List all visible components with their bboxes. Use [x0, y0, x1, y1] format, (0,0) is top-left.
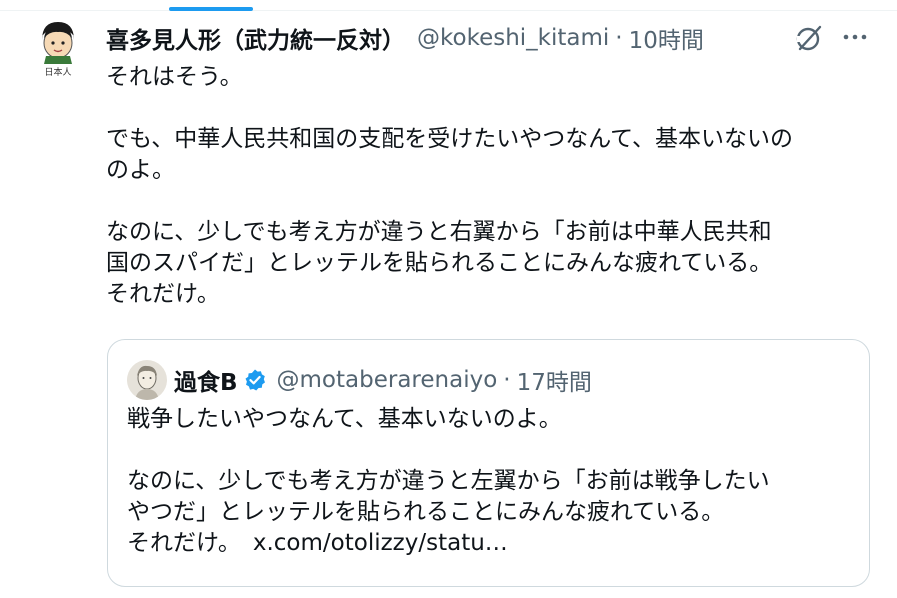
author-avatar[interactable]: 日本人 [34, 18, 82, 80]
tweet-text-line: 国のスパイだ」とレッテルを貼られることにみんな疲れている。 [106, 250, 773, 276]
quoted-text-last: それだけ。 [127, 530, 241, 556]
tweet-text-line [106, 186, 866, 217]
quoted-text-line: それだけ。 x.com/otolizzy/statu… [127, 528, 857, 559]
quoted-text-line: 戦争したいやつなんて、基本いないのよ。 [127, 406, 562, 432]
tweet-text-line: のよ。 [106, 157, 175, 183]
tweet-text-line: なのに、少しでも考え方が違うと右翼から「お前は中華人民共和 [106, 219, 772, 245]
quoted-text-line: やつだ」とレッテルを貼られることにみんな疲れている。 [127, 499, 725, 525]
tweet-text-line: それだけ。 [106, 281, 220, 307]
quoted-tweet-link[interactable]: x.com/otolizzy/statu… [253, 530, 508, 556]
quoted-tweet-timestamp[interactable]: 17時間 [517, 363, 592, 397]
more-icon[interactable] [840, 25, 870, 49]
quoted-tweet-card[interactable]: 過食B @motaberarenaiyo · 17時間 戦争したいやつなんて、基… [107, 339, 870, 587]
tweet-text: それはそう。 でも、中華人民共和国の支配を受けたいやつなんて、基本いないの のよ… [106, 62, 866, 310]
quoted-author-handle[interactable]: @motaberarenaiyo [277, 367, 498, 393]
avatar-caption: 日本人 [44, 68, 72, 78]
quoted-author-name[interactable]: 過食B [174, 363, 238, 397]
author-handle[interactable]: @kokeshi_kitami [417, 25, 609, 51]
separator-dot: · [615, 25, 623, 51]
tweet-text-line: でも、中華人民共和国の支配を受けたいやつなんて、基本いないの [106, 126, 794, 152]
tweet-timestamp[interactable]: 10時間 [629, 21, 704, 55]
top-divider [0, 10, 897, 11]
quoted-text-line: なのに、少しでも考え方が違うと左翼から「お前は戦争したい [127, 468, 770, 494]
tweet-text-line [106, 93, 866, 124]
quoted-author-avatar[interactable] [127, 360, 167, 400]
quoted-avatar-illustration [127, 360, 167, 400]
author-name[interactable]: 喜多見人形（武力統一反対） [106, 21, 405, 55]
tweet-page: 日本人 喜多見人形（武力統一反対） @kokeshi_kitami · 10時間… [0, 0, 897, 598]
separator-dot: · [503, 367, 511, 393]
quoted-tweet-header: 過食B @motaberarenaiyo · 17時間 [174, 363, 592, 397]
quoted-text-line [127, 435, 857, 466]
quoted-tweet-text: 戦争したいやつなんて、基本いないのよ。 なのに、少しでも考え方が違うと左翼から「… [127, 404, 857, 559]
tab-indicator [169, 7, 253, 11]
tweet-header: 喜多見人形（武力統一反対） @kokeshi_kitami · 10時間 [106, 20, 704, 56]
tweet-text-line: それはそう。 [106, 64, 243, 90]
verified-badge-icon [245, 369, 265, 391]
grok-icon[interactable] [794, 23, 824, 53]
